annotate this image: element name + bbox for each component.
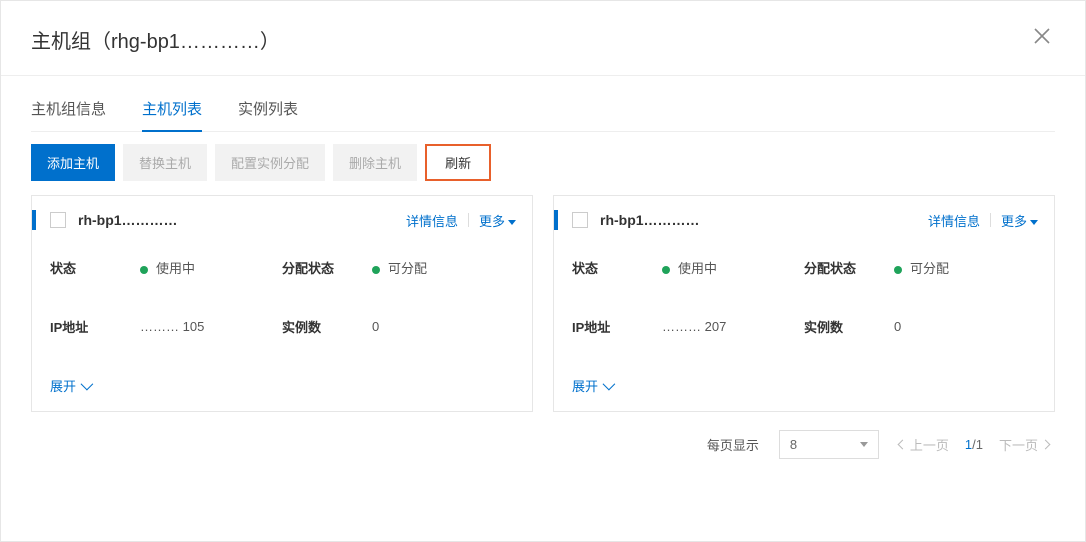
host-card: rh-bp1………… 详情信息 更多 状态 使用中 <box>553 195 1055 412</box>
ip-label: IP地址 <box>50 317 140 336</box>
host-checkbox[interactable] <box>572 212 588 228</box>
tab-host-list[interactable]: 主机列表 <box>142 98 202 131</box>
host-card: rh-bp1………… 详情信息 更多 状态 使用中 <box>31 195 533 412</box>
instance-count-value: 0 <box>894 319 901 334</box>
ip-label: IP地址 <box>572 317 662 336</box>
add-host-button[interactable]: 添加主机 <box>31 144 115 181</box>
page-indicator: 1/1 <box>965 437 983 452</box>
tabs: 主机组信息 主机列表 实例列表 <box>31 76 1055 132</box>
prev-page-button[interactable]: 上一页 <box>899 435 949 454</box>
host-checkbox[interactable] <box>50 212 66 228</box>
host-name: rh-bp1………… <box>600 212 700 228</box>
chevron-down-icon <box>860 442 868 447</box>
page-size-select[interactable]: 8 <box>779 430 879 459</box>
status-label: 状态 <box>572 258 662 277</box>
alloc-status-value: 可分配 <box>372 258 427 277</box>
tab-instance-list[interactable]: 实例列表 <box>238 98 298 131</box>
chevron-down-icon <box>603 378 616 391</box>
more-dropdown[interactable]: 更多 <box>479 211 516 230</box>
replace-host-button[interactable]: 替换主机 <box>123 144 207 181</box>
alloc-status-label: 分配状态 <box>804 258 894 277</box>
host-cards: rh-bp1………… 详情信息 更多 状态 使用中 <box>31 195 1055 412</box>
expand-link[interactable]: 展开 <box>572 376 612 401</box>
more-dropdown[interactable]: 更多 <box>1001 211 1038 230</box>
status-dot-icon <box>140 266 148 274</box>
status-value: 使用中 <box>140 258 195 277</box>
close-icon[interactable] <box>1029 23 1055 55</box>
chevron-right-icon <box>1041 440 1051 450</box>
config-instance-allocation-button[interactable]: 配置实例分配 <box>215 144 325 181</box>
pagination: 每页显示 8 上一页 1/1 下一页 <box>31 412 1055 459</box>
status-dot-icon <box>662 266 670 274</box>
card-accent <box>554 210 558 230</box>
expand-link[interactable]: 展开 <box>50 376 90 401</box>
detail-info-link[interactable]: 详情信息 <box>928 211 980 230</box>
page-size-label: 每页显示 <box>707 435 759 454</box>
modal-header: 主机组（rhg-bp1…………） <box>1 1 1085 76</box>
status-dot-icon <box>372 266 380 274</box>
chevron-down-icon <box>1030 220 1038 225</box>
chevron-left-icon <box>897 440 907 450</box>
instance-count-value: 0 <box>372 319 379 334</box>
card-accent <box>32 210 36 230</box>
status-value: 使用中 <box>662 258 717 277</box>
delete-host-button[interactable]: 删除主机 <box>333 144 417 181</box>
alloc-status-label: 分配状态 <box>282 258 372 277</box>
modal-title: 主机组（rhg-bp1…………） <box>31 25 280 54</box>
ip-value: ……… 105 <box>140 319 204 334</box>
detail-info-link[interactable]: 详情信息 <box>406 211 458 230</box>
host-name: rh-bp1………… <box>78 212 178 228</box>
divider <box>468 213 469 227</box>
status-dot-icon <box>894 266 902 274</box>
ip-value: ……… 207 <box>662 319 726 334</box>
tab-host-group-info[interactable]: 主机组信息 <box>31 98 106 131</box>
status-label: 状态 <box>50 258 140 277</box>
host-group-modal: 主机组（rhg-bp1…………） 主机组信息 主机列表 实例列表 添加主机 替换… <box>0 0 1086 542</box>
toolbar: 添加主机 替换主机 配置实例分配 删除主机 刷新 <box>31 132 1055 195</box>
divider <box>990 213 991 227</box>
alloc-status-value: 可分配 <box>894 258 949 277</box>
chevron-down-icon <box>81 378 94 391</box>
instance-count-label: 实例数 <box>804 317 894 336</box>
instance-count-label: 实例数 <box>282 317 372 336</box>
refresh-button[interactable]: 刷新 <box>425 144 491 181</box>
chevron-down-icon <box>508 220 516 225</box>
next-page-button[interactable]: 下一页 <box>999 435 1049 454</box>
